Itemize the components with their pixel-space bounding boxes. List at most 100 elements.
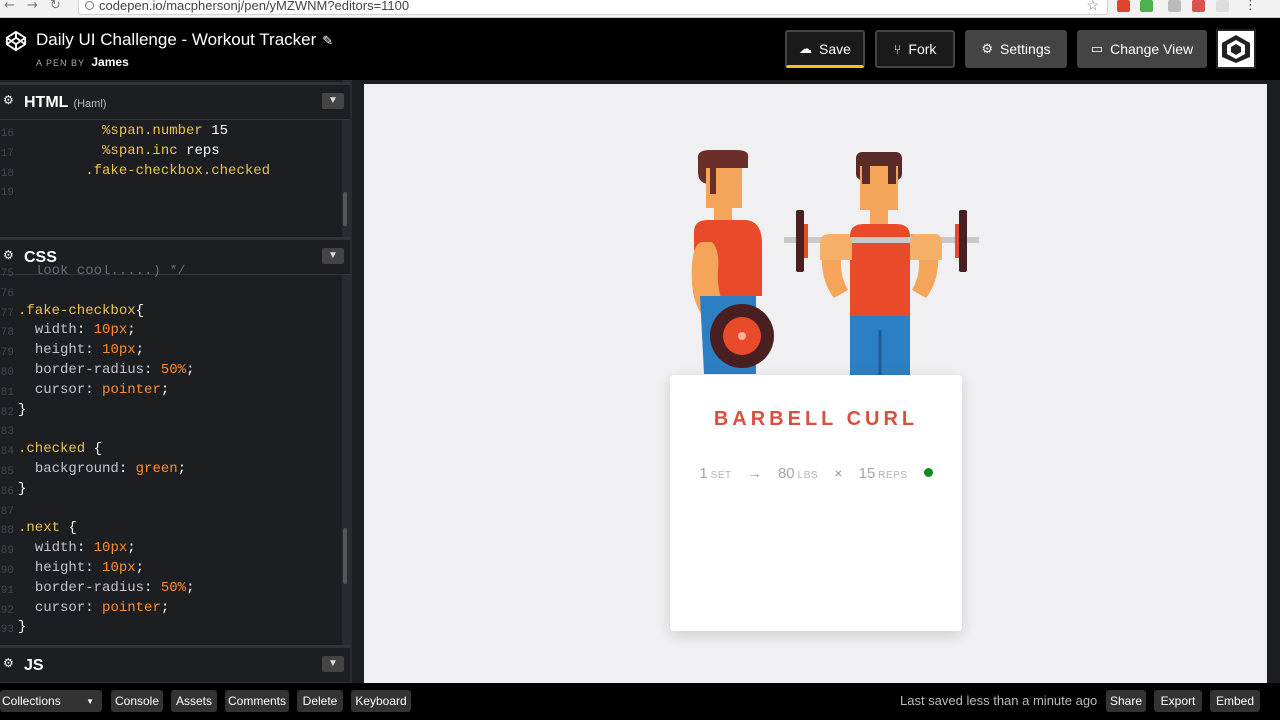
css-code-line[interactable]: .next { — [18, 519, 77, 539]
fork-icon: ⑂ — [893, 41, 902, 57]
sets-value: 1 — [699, 465, 708, 482]
css-code-line[interactable]: cursor: pointer; — [18, 381, 169, 401]
extension-red-icon[interactable] — [1192, 0, 1205, 12]
settings-label: Settings — [1000, 41, 1051, 57]
info-icon[interactable] — [85, 1, 94, 10]
css-code-line[interactable]: border-radius: 50%; — [18, 361, 195, 381]
back-icon[interactable]: ← — [4, 0, 15, 14]
css-line-number: 81 — [0, 386, 14, 399]
fork-button[interactable]: ⑂ Fork — [875, 30, 955, 68]
save-button[interactable]: ☁ Save — [785, 30, 865, 68]
embed-button[interactable]: Embed — [1210, 690, 1260, 712]
change-view-button[interactable]: ▭ Change View — [1077, 30, 1207, 68]
css-line-number: 86 — [0, 485, 14, 498]
weight-value: 80 — [777, 465, 795, 482]
css-code-line[interactable]: border-radius: 50%; — [18, 579, 195, 599]
save-label: Save — [819, 40, 851, 57]
avatar-image — [1218, 31, 1254, 67]
author-link[interactable]: James — [91, 55, 128, 69]
comments-button[interactable]: Comments — [225, 690, 289, 712]
keyboard-button[interactable]: Keyboard — [351, 690, 411, 712]
pen-title-text: Daily UI Challenge - Workout Tracker — [36, 30, 317, 49]
html-code-line[interactable]: %span.number 15 — [18, 122, 228, 142]
user-avatar[interactable] — [1216, 29, 1256, 69]
bottom-bar: Collections ▼ Console Assets Comments De… — [0, 683, 1280, 720]
address-bar[interactable]: codepen.io/macphersonj/pen/yMZWNM?editor… — [78, 0, 1108, 15]
html-editor-header[interactable]: ⚙ HTML (Haml) ▼ — [0, 82, 350, 120]
js-editor-header[interactable]: ⚙ JS ▼ — [0, 645, 350, 683]
save-status: Last saved less than a minute ago — [900, 693, 1098, 708]
weightlifters-illustration — [691, 150, 979, 376]
collections-dropdown[interactable]: Collections ▼ — [0, 690, 102, 712]
css-code-line[interactable]: } — [18, 618, 26, 638]
pen-header: Daily UI Challenge - Workout Tracker ✎ A … — [0, 18, 1280, 80]
pen-title[interactable]: Daily UI Challenge - Workout Tracker ✎ — [36, 30, 333, 50]
delete-button[interactable]: Delete — [297, 690, 343, 712]
reps-unit: REPS — [878, 470, 908, 481]
arrow-separator: → — [747, 465, 762, 481]
assets-button[interactable]: Assets — [171, 690, 217, 712]
html-chevron-down-icon[interactable]: ▼ — [322, 93, 344, 109]
settings-button[interactable]: ⚙ Settings — [965, 30, 1067, 68]
html-line-number: 19 — [0, 187, 14, 200]
console-button[interactable]: Console — [111, 690, 163, 712]
css-scrollbar[interactable] — [343, 528, 347, 584]
extension-icon[interactable] — [1168, 0, 1181, 12]
css-code-line[interactable]: .checked { — [18, 440, 102, 460]
css-line-number: 77 — [0, 307, 14, 320]
css-code-line[interactable]: width: 10px; — [18, 321, 136, 341]
js-editor-title: JS — [24, 657, 44, 674]
bookmark-star-icon[interactable]: ☆ — [1086, 0, 1099, 14]
css-settings-gear-icon[interactable]: ⚙ — [3, 248, 14, 262]
css-chevron-down-icon[interactable]: ▼ — [322, 248, 344, 264]
css-code-line[interactable]: .fake-checkbox{ — [18, 302, 144, 322]
times-separator: × — [834, 465, 843, 481]
html-code-line[interactable]: .fake-checkbox.checked — [18, 162, 270, 182]
html-line-number: 16 — [0, 128, 14, 140]
extension-opera-icon[interactable] — [1117, 0, 1130, 12]
css-line-number: 90 — [0, 565, 14, 577]
css-code-line[interactable]: } — [18, 401, 26, 421]
html-settings-gear-icon[interactable]: ⚙ — [3, 93, 14, 107]
gear-icon: ⚙ — [981, 41, 994, 56]
css-line-number: 88 — [0, 525, 14, 538]
css-line-number: 78 — [0, 327, 14, 340]
html-code-area[interactable]: 16 %span.number 15 17 %span.inc reps 18 .f… — [0, 120, 342, 235]
forward-icon[interactable]: → — [27, 0, 38, 14]
weight-unit: LBS — [797, 470, 819, 481]
edit-pencil-icon[interactable]: ✎ — [322, 33, 333, 48]
extension-gray-icon[interactable] — [1216, 0, 1229, 12]
extension-chrome-icon[interactable] — [1140, 0, 1153, 12]
reps-value: 15 — [858, 465, 876, 482]
browser-menu-icon[interactable]: ⋮ — [1244, 0, 1257, 14]
css-code-line[interactable]: width: 10px; — [18, 539, 136, 559]
exercise-title: BARBELL CURL — [713, 408, 919, 430]
editor-column: ⚙ HTML (Haml) ▼ 16 %span.number 15 17 %spa… — [0, 80, 352, 683]
preview-pane[interactable]: BARBELL CURL 1 SET → 80 LBS × 15 REPS — [364, 84, 1267, 719]
fake-checkbox-checked[interactable] — [923, 468, 933, 477]
css-line-number: 84 — [0, 446, 14, 459]
codepen-logo-icon[interactable] — [5, 30, 27, 52]
css-code-line[interactable]: cursor: pointer; — [18, 599, 169, 619]
css-code-line[interactable]: } — [18, 480, 26, 500]
css-line-number: 93 — [0, 624, 14, 637]
js-settings-gear-icon[interactable]: ⚙ — [3, 656, 14, 670]
reload-icon[interactable]: ↻ — [50, 0, 61, 14]
css-code-line[interactable]: look cool.....) */ — [18, 265, 186, 282]
export-button[interactable]: Export — [1154, 690, 1202, 712]
css-code-line[interactable]: background: green; — [18, 460, 186, 480]
collections-label: Collections — [2, 694, 61, 708]
css-code-area[interactable]: 75 look cool.....) */ 76 77 .fake-checkbox{… — [0, 265, 342, 645]
fork-label: Fork — [908, 41, 937, 57]
js-chevron-down-icon[interactable]: ▼ — [322, 656, 344, 672]
caret-down-icon: ▼ — [86, 696, 94, 706]
css-code-line[interactable]: height: 10px; — [18, 341, 144, 361]
html-scrollbar[interactable] — [343, 192, 347, 226]
css-line-number: 87 — [0, 505, 14, 518]
css-code-line[interactable]: height: 10px; — [18, 559, 144, 579]
front-lifter-figure — [784, 152, 979, 376]
css-line-number: 89 — [0, 545, 14, 558]
share-button[interactable]: Share — [1106, 690, 1146, 712]
html-code-line[interactable]: %span.inc reps — [18, 142, 220, 162]
sets-unit: SET — [710, 470, 732, 481]
